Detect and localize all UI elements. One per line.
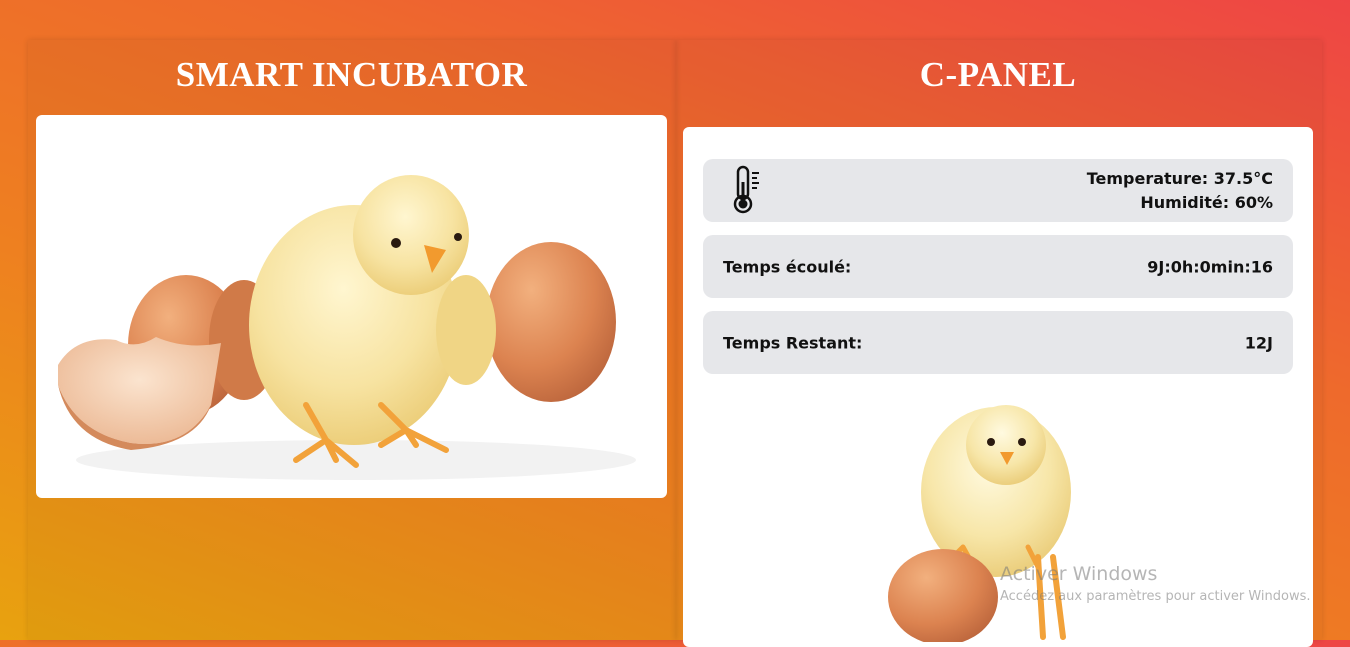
windows-activation-title: Activer Windows bbox=[1000, 563, 1158, 585]
elapsed-time-label: Temps écoulé: bbox=[723, 257, 852, 276]
temperature-value: Temperature: 37.5°C bbox=[1086, 168, 1273, 188]
cpanel-title: C-PANEL bbox=[919, 55, 1077, 94]
incubator-image-card bbox=[36, 115, 667, 498]
windows-activation-subtitle: Accédez aux paramètres pour activer Wind… bbox=[1000, 589, 1311, 604]
humidity-value: Humidité: 60% bbox=[1140, 192, 1273, 212]
thermometer-icon bbox=[731, 164, 763, 218]
remaining-time-row: Temps Restant: 12J bbox=[703, 311, 1293, 374]
elapsed-time-value: 9J:0h:0min:16 bbox=[1147, 257, 1273, 276]
incubator-title: SMART INCUBATOR bbox=[175, 55, 528, 94]
elapsed-time-row: Temps écoulé: 9J:0h:0min:16 bbox=[703, 235, 1293, 298]
chick-on-egg-photo bbox=[888, 405, 1071, 642]
remaining-time-value: 12J bbox=[1244, 333, 1273, 352]
cpanel-card: Temperature: 37.5°C Humidité: 60% Temps … bbox=[683, 127, 1313, 647]
sensor-readings: Temperature: 37.5°C Humidité: 60% bbox=[703, 159, 1293, 222]
remaining-time-label: Temps Restant: bbox=[723, 333, 863, 352]
chick-eggs-photo bbox=[58, 175, 636, 480]
